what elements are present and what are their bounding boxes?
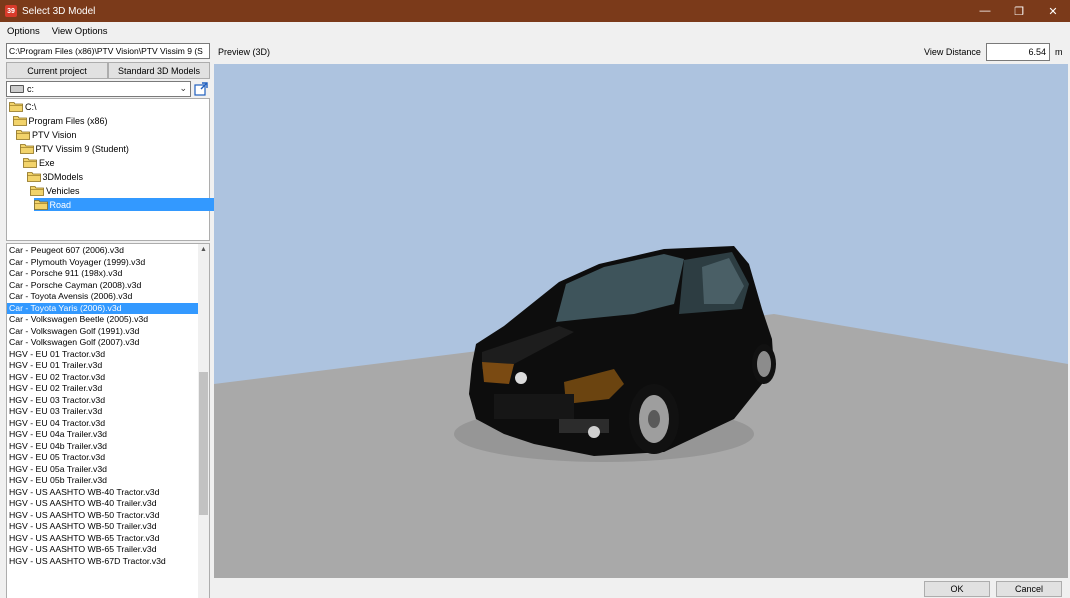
list-item[interactable]: HGV - EU 01 Trailer.v3d — [7, 360, 199, 372]
ok-button[interactable]: OK — [924, 581, 990, 597]
title-bar: 39 Select 3D Model — ❐ ✕ — [0, 0, 1070, 22]
list-item[interactable]: Car - Toyota Yaris (2006).v3d — [7, 302, 199, 314]
list-item[interactable]: HGV - EU 04a Trailer.v3d — [7, 429, 199, 441]
list-item[interactable]: HGV - EU 02 Trailer.v3d — [7, 383, 199, 395]
list-item[interactable]: HGV - EU 01 Tractor.v3d — [7, 349, 199, 361]
tree-node-label: PTV Vissim 9 (Student) — [35, 143, 129, 154]
list-item[interactable]: HGV - EU 05 Tractor.v3d — [7, 452, 199, 464]
3d-viewport[interactable] — [214, 64, 1068, 578]
list-item[interactable]: Car - Plymouth Voyager (1999).v3d — [7, 257, 199, 269]
list-item[interactable]: HGV - US AASHTO WB-67D Tractor.v3d — [7, 556, 199, 568]
list-item[interactable]: HGV - US AASHTO WB-50 Trailer.v3d — [7, 521, 199, 533]
drive-select[interactable]: c: ⌄ — [6, 81, 191, 97]
list-item[interactable]: HGV - EU 04b Trailer.v3d — [7, 441, 199, 453]
list-item[interactable]: HGV - US AASHTO WB-65 Trailer.v3d — [7, 544, 199, 556]
list-item[interactable]: HGV - US AASHTO WB-40 Tractor.v3d — [7, 487, 199, 499]
folder-icon — [19, 143, 34, 154]
list-item[interactable]: HGV - EU 03 Trailer.v3d — [7, 406, 199, 418]
close-icon: ✕ — [1048, 5, 1058, 18]
list-item[interactable]: HGV - EU 04 Tractor.v3d — [7, 418, 199, 430]
list-item[interactable]: HGV - EU 02 Tractor.v3d — [7, 372, 199, 384]
list-item[interactable]: HGV - EU 05b Trailer.v3d — [7, 475, 199, 487]
tree-node-label: Program Files (x86) — [28, 115, 108, 126]
restore-button[interactable]: ❐ — [1002, 0, 1036, 22]
list-item[interactable]: Car - Porsche 911 (198x).v3d — [7, 268, 199, 280]
folder-tree[interactable]: C:\ Program Files (x86) PTV Vision PTV Viss… — [6, 98, 272, 241]
view-distance-label: View Distance — [924, 47, 981, 57]
list-item[interactable]: Car - Peugeot 607 (2006).v3d — [7, 245, 199, 257]
standard-3d-models-button[interactable]: Standard 3D Models — [108, 62, 210, 79]
scroll-up-arrow[interactable]: ▲ — [198, 244, 209, 255]
tree-node[interactable]: C:\ — [9, 100, 237, 113]
window-controls: — ❐ ✕ — [968, 0, 1070, 22]
restore-icon: ❐ — [1014, 5, 1024, 18]
chevron-down-icon: ⌄ — [179, 83, 187, 93]
folder-icon — [16, 129, 30, 140]
minimize-button[interactable]: — — [968, 0, 1002, 22]
current-project-button[interactable]: Current project — [6, 62, 108, 79]
tree-node-label: Road — [49, 199, 72, 210]
folder-icon — [30, 185, 44, 196]
list-item[interactable]: HGV - EU 03 Tractor.v3d — [7, 395, 199, 407]
tree-node-label: PTV Vision — [32, 129, 77, 140]
tree-node-label: Exe — [39, 157, 55, 168]
file-list-scrollbar[interactable]: ▲ ▼ — [198, 244, 209, 598]
new-folder-icon — [194, 82, 208, 96]
tree-node-label: 3DModels — [42, 171, 84, 182]
menu-options[interactable]: Options — [0, 26, 45, 37]
list-item[interactable]: HGV - US AASHTO WB-40 Trailer.v3d — [7, 498, 199, 510]
folder-icon — [9, 101, 23, 112]
drive-label: c: — [27, 84, 35, 94]
list-item[interactable]: HGV - US AASHTO WB-65 Tractor.v3d — [7, 533, 199, 545]
list-item[interactable]: Car - Volkswagen Golf (2007).v3d — [7, 337, 199, 349]
tree-node-label: C:\ — [25, 101, 37, 112]
preview-label: Preview (3D) — [218, 47, 271, 57]
drive-icon — [10, 85, 24, 93]
new-folder-button[interactable] — [193, 81, 209, 97]
list-item[interactable]: Car - Toyota Avensis (2006).v3d — [7, 291, 199, 303]
preview-pane: Preview (3D) View Distance 6.54 m — [214, 40, 1068, 578]
minimize-icon: — — [979, 5, 991, 17]
list-item[interactable]: Car - Porsche Cayman (2008).v3d — [7, 280, 199, 292]
path-field[interactable]: C:\Program Files (x86)\PTV Vision\PTV Vi… — [6, 43, 210, 59]
tree-node-label: Vehicles — [46, 185, 80, 196]
list-item[interactable]: Car - Volkswagen Golf (1991).v3d — [7, 326, 199, 338]
view-distance-input[interactable]: 6.54 — [986, 43, 1050, 61]
cancel-button[interactable]: Cancel — [996, 581, 1062, 597]
folder-icon — [12, 115, 27, 126]
menu-view-options[interactable]: View Options — [45, 26, 113, 37]
folder-icon — [23, 157, 37, 168]
window-title: Select 3D Model — [22, 5, 96, 17]
folder-icon — [33, 199, 48, 210]
close-button[interactable]: ✕ — [1036, 0, 1070, 22]
folder-icon — [26, 171, 41, 182]
scroll-thumb[interactable] — [199, 372, 208, 515]
menu-bar: Options View Options — [0, 22, 1070, 40]
left-pane: C:\Program Files (x86)\PTV Vision\PTV Vi… — [0, 40, 272, 598]
list-item[interactable]: HGV - EU 05a Trailer.v3d — [7, 464, 199, 476]
list-item[interactable]: Car - Volkswagen Beetle (2005).v3d — [7, 314, 199, 326]
file-list[interactable]: HGV - US AASHTO WB-67D Tractor.v3d HGV - … — [6, 243, 210, 598]
view-distance-unit: m — [1055, 47, 1063, 57]
app-icon: 39 — [5, 5, 17, 17]
list-item[interactable]: HGV - US AASHTO WB-50 Tractor.v3d — [7, 510, 199, 522]
